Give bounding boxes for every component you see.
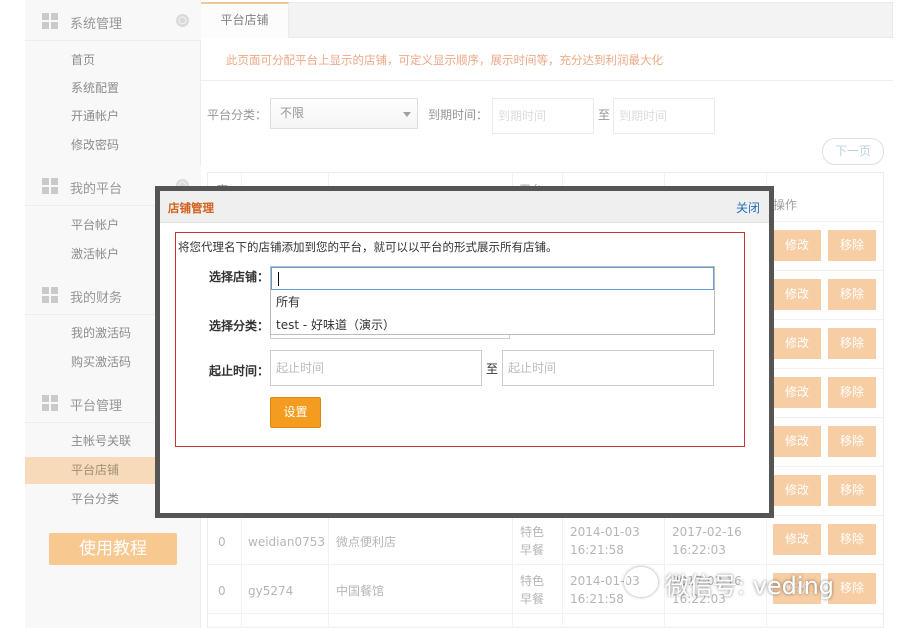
watermark-text: 微信号: veding [665, 572, 835, 600]
wechat-logo-icon [624, 567, 658, 597]
category-select-label: 选择分类： [209, 319, 270, 333]
period-label: 起止时间： [209, 364, 270, 378]
store-search-input[interactable] [271, 267, 714, 290]
set-button[interactable]: 设置 [270, 397, 321, 428]
dialog-title: 店铺管理 [168, 201, 214, 215]
store-management-dialog: 店铺管理 关闭 将您代理名下的店铺添加到您的平台，就可以以平台的形式展示所有店铺… [155, 186, 774, 518]
dialog-header: 店铺管理 关闭 [160, 191, 769, 223]
close-link[interactable]: 关闭 [736, 199, 760, 216]
period-end-input[interactable]: 起止时间 [502, 350, 714, 386]
store-select-label: 选择店铺： [209, 270, 270, 284]
store-select-dropdown[interactable]: 所有 test - 好味道（演示） [270, 266, 715, 335]
dropdown-option[interactable]: 所有 [276, 293, 300, 310]
dropdown-option[interactable]: test - 好味道（演示） [276, 316, 395, 333]
period-separator: 至 [486, 362, 499, 376]
period-start-input[interactable]: 起止时间 [270, 350, 482, 386]
text-caret [278, 272, 279, 286]
dialog-description: 将您代理名下的店铺添加到您的平台，就可以以平台的形式展示所有店铺。 [178, 240, 558, 254]
dialog-body: 将您代理名下的店铺添加到您的平台，就可以以平台的形式展示所有店铺。 选择店铺： … [175, 232, 745, 447]
